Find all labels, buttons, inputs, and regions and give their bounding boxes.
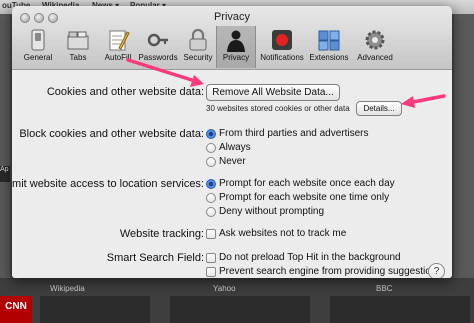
background-right-edge bbox=[454, 14, 474, 323]
toolbar-extensions[interactable]: Extensions bbox=[306, 26, 352, 68]
block-cookies-label: Block cookies and other website data: bbox=[19, 128, 204, 140]
radio-button[interactable] bbox=[206, 156, 216, 167]
do-not-track-checkbox-row[interactable]: Ask websites not to track me bbox=[206, 228, 346, 239]
cookies-label: Cookies and other website data: bbox=[46, 86, 204, 98]
radio-button[interactable] bbox=[206, 178, 216, 189]
block-cookies-option-always[interactable]: Always bbox=[206, 142, 251, 153]
window-toolbar: Privacy General Tabs AutoFill Passwords … bbox=[12, 6, 452, 70]
block-cookies-option-third-parties[interactable]: From third parties and advertisers bbox=[206, 128, 369, 139]
location-option-deny[interactable]: Deny without prompting bbox=[206, 206, 324, 217]
option-label: Do not preload Top Hit in the background bbox=[219, 252, 401, 263]
toolbar-security[interactable]: Security bbox=[176, 26, 220, 68]
checkbox[interactable] bbox=[206, 252, 216, 263]
toolbar-label: General bbox=[23, 53, 53, 62]
top-site-thumbnail[interactable] bbox=[330, 296, 470, 323]
radio-button[interactable] bbox=[206, 206, 216, 217]
window-title: Privacy bbox=[213, 11, 251, 23]
option-label: Never bbox=[219, 156, 246, 167]
option-label: Prompt for each website once each day bbox=[219, 178, 395, 189]
prevent-suggestions-row[interactable]: Prevent search engine from providing sug… bbox=[206, 266, 441, 277]
option-label: Prompt for each website one time only bbox=[219, 192, 390, 203]
radio-button[interactable] bbox=[206, 142, 216, 153]
top-site-thumbnail[interactable] bbox=[170, 296, 310, 323]
toolbar-advanced[interactable]: Advanced bbox=[352, 26, 398, 68]
toolbar-label: Passwords bbox=[138, 53, 178, 62]
toolbar-label: AutoFill bbox=[104, 53, 132, 62]
toolbar-label: Advanced bbox=[357, 53, 393, 62]
website-tracking-label: Website tracking: bbox=[119, 228, 204, 240]
background-left-edge: Ap bbox=[0, 14, 10, 323]
toolbar-general[interactable]: General bbox=[16, 26, 60, 68]
top-site-label-bbc: BBC bbox=[376, 284, 393, 293]
switch-icon bbox=[31, 29, 45, 51]
top-site-thumbnail-cnn[interactable]: CNN bbox=[0, 296, 32, 323]
help-button[interactable]: ? bbox=[428, 263, 445, 278]
puzzle-icon bbox=[318, 30, 340, 51]
stored-websites-note: 30 websites stored cookies or other data bbox=[206, 104, 350, 113]
details-button[interactable]: Details... bbox=[356, 101, 402, 116]
checkbox[interactable] bbox=[206, 266, 216, 277]
gear-icon bbox=[365, 30, 385, 50]
option-label: From third parties and advertisers bbox=[219, 128, 369, 139]
top-site-label-wikipedia: Wikipedia bbox=[50, 284, 85, 293]
smart-search-label: Smart Search Field: bbox=[106, 252, 204, 264]
block-cookies-option-never[interactable]: Never bbox=[206, 156, 246, 167]
privacy-pane: Cookies and other website data: Remove A… bbox=[12, 70, 452, 278]
toolbar-label: Tabs bbox=[69, 53, 87, 62]
top-site-thumbnail[interactable] bbox=[40, 296, 150, 323]
no-preload-top-hit-row[interactable]: Do not preload Top Hit in the background bbox=[206, 252, 401, 263]
background-side-tag: Ap bbox=[0, 166, 10, 182]
radio-button[interactable] bbox=[206, 128, 216, 139]
notifications-icon bbox=[272, 30, 292, 50]
checkbox[interactable] bbox=[206, 228, 216, 239]
lock-icon bbox=[189, 28, 207, 51]
toolbar-passwords[interactable]: Passwords bbox=[136, 26, 180, 68]
toolbar-label: Notifications bbox=[260, 53, 304, 62]
option-label: Deny without prompting bbox=[219, 206, 325, 217]
privacy-preferences-window: Privacy General Tabs AutoFill Passwords … bbox=[12, 6, 452, 278]
location-option-one-time-only[interactable]: Prompt for each website one time only bbox=[206, 192, 389, 203]
tabs-icon bbox=[67, 31, 89, 50]
toolbar-autofill[interactable]: AutoFill bbox=[96, 26, 140, 68]
silhouette-icon bbox=[227, 30, 245, 52]
toolbar-notifications[interactable]: Notifications bbox=[258, 26, 306, 68]
toolbar-label: Privacy bbox=[222, 53, 250, 62]
toolbar-label: Extensions bbox=[309, 53, 349, 62]
location-services-label: Limit website access to location service… bbox=[12, 178, 204, 190]
toolbar-privacy[interactable]: Privacy bbox=[216, 26, 256, 68]
autofill-icon bbox=[109, 30, 130, 51]
radio-button[interactable] bbox=[206, 192, 216, 203]
option-label: Ask websites not to track me bbox=[219, 228, 347, 239]
top-site-label-yahoo: Yahoo bbox=[213, 284, 236, 293]
toolbar-tabs[interactable]: Tabs bbox=[56, 26, 100, 68]
location-option-once-each-day[interactable]: Prompt for each website once each day bbox=[206, 178, 395, 189]
option-label: Prevent search engine from providing sug… bbox=[219, 266, 442, 277]
key-icon bbox=[147, 33, 168, 47]
option-label: Always bbox=[219, 142, 251, 153]
remove-all-website-data-button[interactable]: Remove All Website Data... bbox=[206, 84, 340, 101]
toolbar-label: Security bbox=[183, 53, 213, 62]
